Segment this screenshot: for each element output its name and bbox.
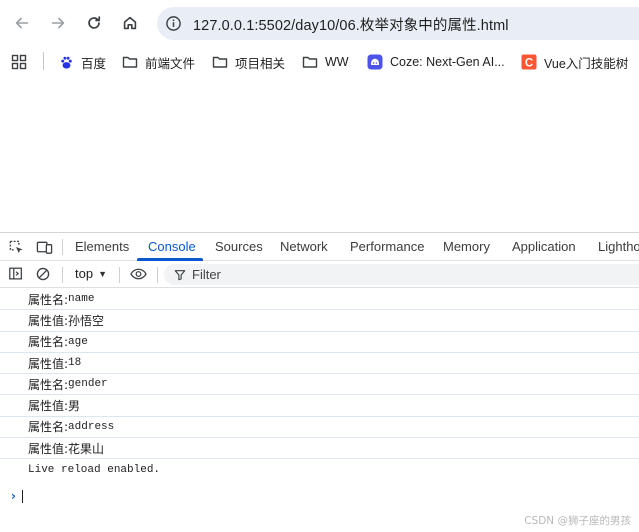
bookmark-label: Vue入门技能树 — [544, 56, 629, 71]
console-message: 属性名: gender — [0, 374, 639, 396]
filter-input[interactable] — [192, 267, 492, 282]
bookmark-label: 项目相关 — [235, 56, 286, 71]
tab-memory[interactable]: Memory — [443, 239, 490, 254]
bookmark-label: 前端文件 — [145, 56, 196, 71]
message-label: 属性值: — [28, 399, 69, 414]
message-value: name — [68, 293, 95, 306]
tab-elements[interactable]: Elements — [75, 239, 129, 254]
watermark: CSDN @狮子座的男孩 — [524, 515, 631, 527]
reload-icon — [88, 16, 101, 29]
console-toolbar-divider — [157, 267, 158, 283]
console-message: 属性值: 男 — [0, 395, 639, 417]
tab-performance[interactable]: Performance — [350, 239, 424, 254]
text-cursor — [21, 489, 23, 503]
folder-icon — [122, 54, 138, 70]
address-bar[interactable]: 127.0.0.1:5502/day10/06.枚举对象中的属性.html — [157, 7, 639, 40]
forward-button[interactable] — [47, 12, 69, 34]
bookmark-label: 百度 — [81, 56, 107, 71]
message-value: gender — [68, 378, 108, 391]
message-value: 花果山 — [68, 441, 105, 456]
message-label: 属性名: — [28, 420, 69, 435]
bookmark-label: Coze: Next-Gen AI... — [390, 55, 505, 69]
bookmark-folder-ww[interactable]: WW — [302, 52, 349, 72]
apps-button[interactable] — [11, 52, 27, 72]
filter-box[interactable] — [164, 264, 639, 285]
devtools-panel: Elements Console Sources Network Perform… — [0, 232, 639, 532]
message-value: 男 — [68, 399, 81, 414]
message-label: 属性值: — [28, 356, 69, 371]
bookmark-folder-frontend[interactable]: 前端文件 — [122, 52, 195, 72]
message-label: 属性值: — [28, 313, 69, 328]
console-message: 属性值: 18 — [0, 353, 639, 375]
console-message: 属性名: address — [0, 417, 639, 439]
clear-console-icon[interactable] — [34, 265, 52, 283]
dropdown-caret-icon: ▼ — [98, 268, 107, 279]
message-value: 18 — [68, 357, 82, 370]
sidebar-toggle-icon[interactable] — [7, 265, 25, 283]
message-value: address — [68, 420, 115, 433]
console-prompt[interactable]: › — [0, 487, 639, 505]
bookmarks-divider — [43, 52, 44, 70]
device-toolbar-icon[interactable] — [35, 238, 53, 256]
message-label: 属性名: — [28, 292, 69, 307]
reload-button[interactable] — [83, 12, 105, 34]
page-viewport — [0, 78, 639, 232]
home-icon — [123, 16, 137, 30]
console-toolbar-divider — [62, 267, 63, 283]
console-log: 属性名: name 属性值: 孙悟空 属性名: age 属性值: 18 属性名: gend… — [0, 289, 639, 481]
tab-console[interactable]: Console — [148, 239, 196, 254]
message-value: age — [68, 335, 88, 348]
bookmark-folder-project[interactable]: 项目相关 — [212, 52, 285, 72]
url-text: 127.0.0.1:5502/day10/06.枚举对象中的属性.html — [193, 18, 509, 34]
arrow-right-icon — [51, 17, 65, 29]
folder-icon — [212, 54, 228, 70]
csdn-c-icon: C — [521, 54, 537, 70]
coze-icon — [367, 54, 383, 70]
site-info-icon[interactable] — [165, 15, 182, 32]
baidu-paw-icon — [58, 54, 74, 70]
context-label: top — [75, 266, 94, 281]
inspect-element-icon[interactable] — [7, 238, 25, 256]
bookmark-baidu[interactable]: 百度 — [58, 52, 106, 72]
back-button[interactable] — [11, 12, 33, 34]
bookmark-coze[interactable]: Coze: Next-Gen AI... — [367, 52, 505, 72]
console-toolbar: top ▼ — [0, 261, 639, 288]
apps-grid-icon — [11, 54, 27, 70]
filter-funnel-icon — [174, 268, 187, 281]
tab-network[interactable]: Network — [280, 239, 328, 254]
svg-text:C: C — [525, 57, 533, 69]
browser-toolbar: 127.0.0.1:5502/day10/06.枚举对象中的属性.html — [0, 0, 639, 46]
console-toolbar-divider — [119, 267, 120, 283]
tab-application[interactable]: Application — [512, 239, 576, 254]
message-label: 属性名: — [28, 377, 69, 392]
console-message: 属性名: name — [0, 289, 639, 311]
message-value: 孙悟空 — [68, 313, 105, 328]
context-selector[interactable]: top ▼ — [75, 266, 107, 281]
live-expression-eye-icon[interactable] — [127, 265, 149, 283]
arrow-left-icon — [15, 17, 29, 29]
console-message: Live reload enabled. — [0, 459, 639, 480]
bookmark-vue[interactable]: C Vue入门技能树 — [521, 52, 628, 72]
live-reload-message: Live reload enabled. — [28, 464, 161, 477]
home-button[interactable] — [119, 12, 141, 34]
console-message: 属性值: 花果山 — [0, 438, 639, 460]
tab-sources[interactable]: Sources — [215, 239, 263, 254]
folder-icon — [302, 54, 318, 70]
console-message: 属性名: age — [0, 332, 639, 353]
bookmark-label: WW — [325, 55, 349, 69]
devtools-divider — [62, 239, 63, 255]
console-message: 属性值: 孙悟空 — [0, 310, 639, 332]
bookmarks-bar: 百度 前端文件 项目相关 WW Coze: Next-Gen AI... C V… — [0, 46, 639, 78]
devtools-tab-bar: Elements Console Sources Network Perform… — [0, 233, 639, 261]
tab-lighthouse[interactable]: Lightho — [598, 239, 639, 254]
message-label: 属性名: — [28, 335, 69, 350]
prompt-chevron-icon: › — [11, 489, 16, 503]
message-label: 属性值: — [28, 441, 69, 456]
